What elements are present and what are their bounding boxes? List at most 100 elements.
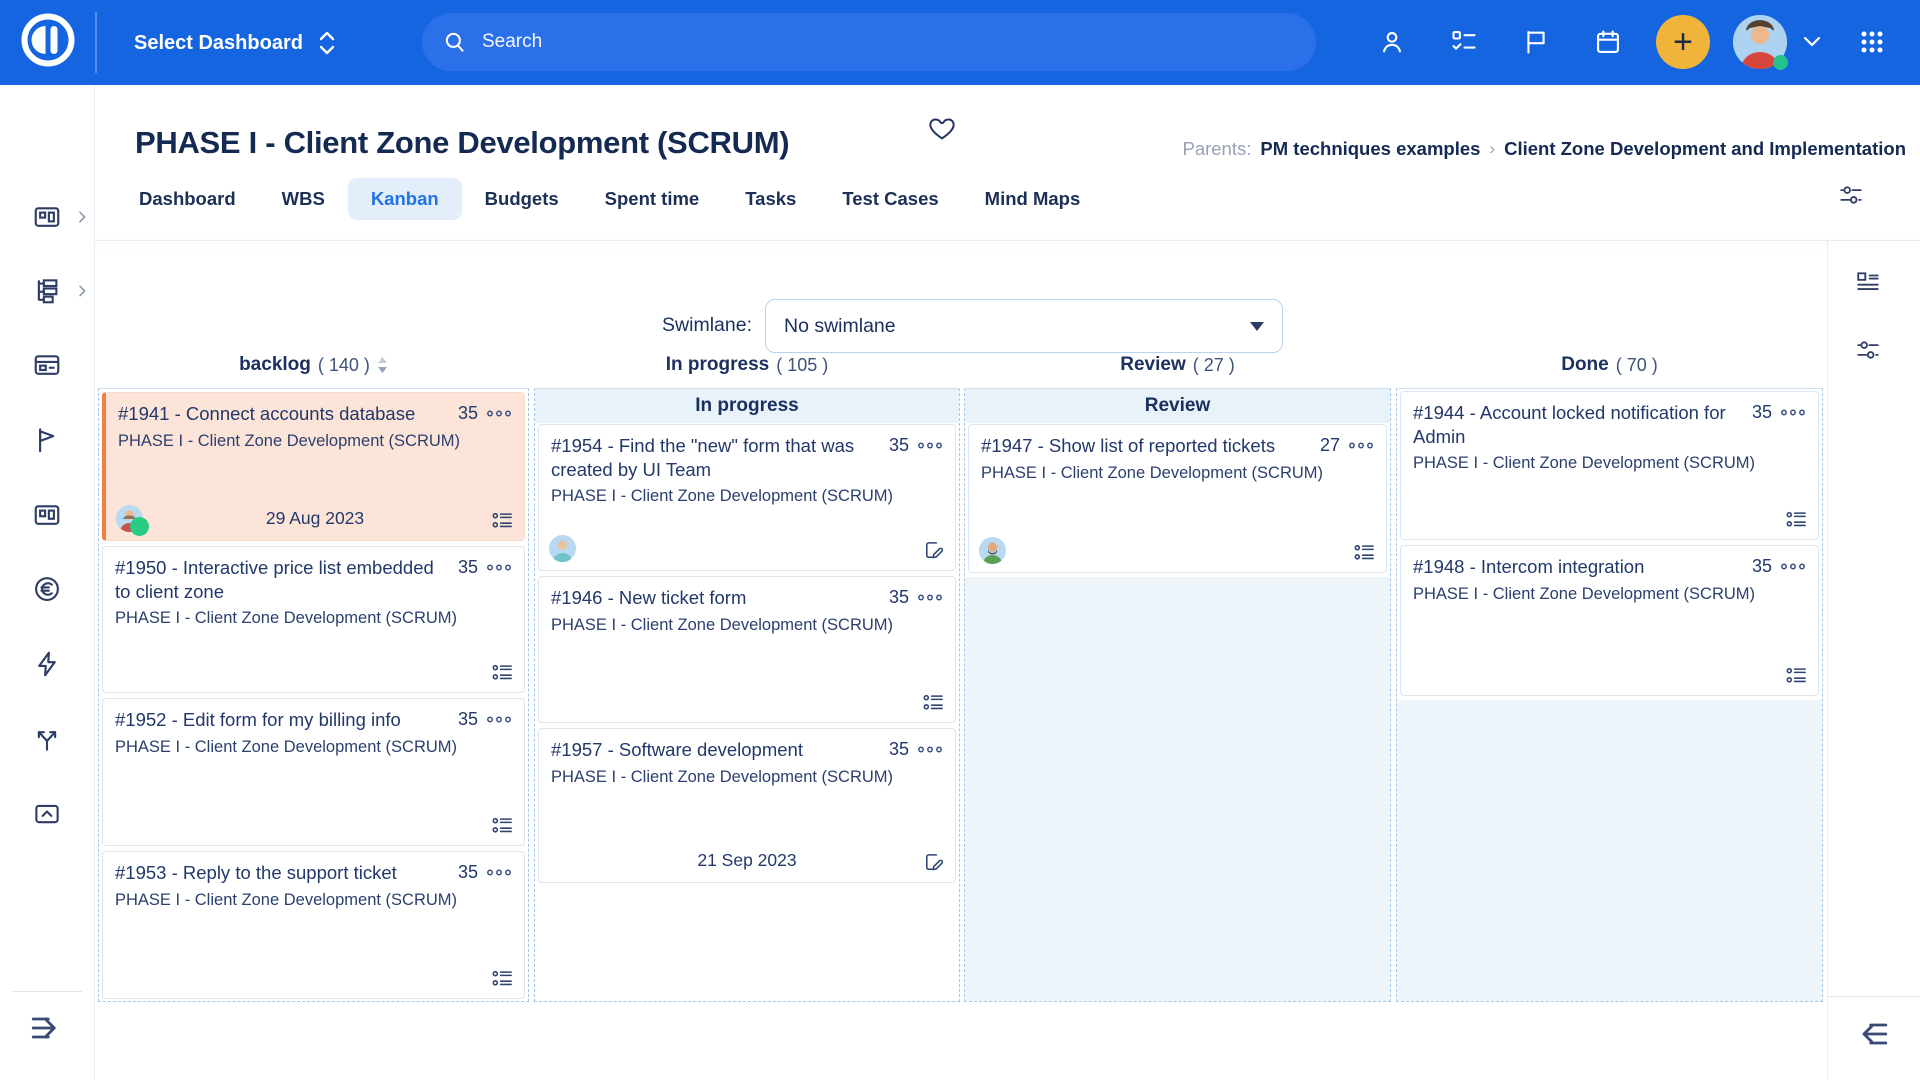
card-menu-icon[interactable] [1348, 440, 1374, 451]
tab-dashboard[interactable]: Dashboard [116, 178, 259, 220]
breadcrumb-parent-1[interactable]: PM techniques examples [1260, 138, 1480, 160]
right-rail [1827, 241, 1920, 1080]
flag-marker-icon[interactable] [32, 425, 62, 455]
task-card[interactable]: #1953 - Reply to the support ticket 35 P… [102, 851, 525, 999]
task-title[interactable]: #1952 - Edit form for my billing info [115, 708, 458, 732]
card-menu-icon[interactable] [917, 592, 943, 603]
tab-spent-time[interactable]: Spent time [582, 178, 723, 220]
subtasks-icon[interactable] [1353, 541, 1376, 564]
task-card[interactable]: #1957 - Software development 35 PHASE I … [538, 728, 956, 883]
dashboard-icon[interactable] [32, 202, 62, 232]
card-menu-icon[interactable] [917, 440, 943, 451]
calendar-icon[interactable] [1594, 28, 1622, 56]
subtasks-icon[interactable] [491, 814, 514, 837]
assignee-avatar[interactable] [116, 505, 143, 532]
kanban-board-icon[interactable] [32, 500, 62, 530]
search-bar[interactable] [422, 13, 1316, 71]
task-card[interactable]: #1950 - Interactive price list embedded … [102, 546, 525, 693]
column-header-review[interactable]: Review ( 27 ) [964, 350, 1391, 380]
search-input[interactable] [480, 30, 1296, 54]
task-points: 35 [889, 435, 909, 456]
chevron-right-icon[interactable] [74, 283, 90, 299]
collapse-menu-icon[interactable] [28, 1010, 64, 1046]
app-logo[interactable] [17, 9, 79, 71]
tab-tasks[interactable]: Tasks [722, 178, 819, 220]
task-card[interactable]: #1952 - Edit form for my billing info 35… [102, 698, 525, 846]
sort-arrows-icon[interactable] [377, 356, 388, 374]
task-project: PHASE I - Client Zone Development (SCRUM… [115, 608, 512, 629]
swimlane-select[interactable]: No swimlane [765, 299, 1283, 353]
task-title[interactable]: #1954 - Find the "new" form that was cre… [551, 434, 889, 481]
checklist-icon[interactable] [1450, 28, 1478, 56]
add-button[interactable]: + [1656, 15, 1710, 69]
task-card[interactable]: #1947 - Show list of reported tickets 27… [968, 424, 1387, 573]
collapse-panel-icon[interactable] [1855, 1016, 1891, 1052]
chevron-down-icon[interactable] [1800, 33, 1824, 51]
task-card[interactable]: #1944 - Account locked notification for … [1400, 391, 1819, 540]
card-menu-icon[interactable] [1780, 561, 1806, 572]
subtasks-icon[interactable] [1785, 508, 1808, 531]
card-menu-icon[interactable] [486, 867, 512, 878]
column-header-in-progress[interactable]: In progress ( 105 ) [534, 350, 960, 380]
task-card[interactable]: #1946 - New ticket form 35 PHASE I - Cli… [538, 576, 956, 723]
card-menu-icon[interactable] [486, 408, 512, 419]
subtasks-icon[interactable] [491, 509, 514, 532]
task-title[interactable]: #1946 - New ticket form [551, 586, 889, 610]
task-project: PHASE I - Client Zone Development (SCRUM… [115, 737, 512, 758]
card-menu-icon[interactable] [917, 744, 943, 755]
filter-sliders-icon[interactable] [1855, 337, 1881, 363]
breadcrumb: Parents: PM techniques examples › Client… [1182, 138, 1906, 160]
task-card[interactable]: #1948 - Intercom integration 35 PHASE I … [1400, 545, 1819, 696]
tab-kanban[interactable]: Kanban [348, 178, 462, 220]
lightning-icon[interactable] [32, 649, 62, 679]
board-settings-sliders-icon[interactable] [1838, 182, 1864, 208]
subtasks-icon[interactable] [922, 691, 945, 714]
breadcrumb-parent-2[interactable]: Client Zone Development and Implementati… [1504, 138, 1906, 160]
column-header-done[interactable]: Done ( 70 ) [1396, 350, 1823, 380]
apps-grid-icon[interactable] [1858, 28, 1886, 56]
swimlane-value: No swimlane [784, 315, 1250, 338]
flag-icon[interactable] [1522, 28, 1550, 56]
tab-mind-maps[interactable]: Mind Maps [962, 178, 1104, 220]
tab-budgets[interactable]: Budgets [462, 178, 582, 220]
column-name: backlog [239, 354, 311, 376]
card-menu-icon[interactable] [486, 714, 512, 725]
subtasks-icon[interactable] [491, 661, 514, 684]
browser-card-icon[interactable] [32, 350, 62, 380]
split-arrows-icon[interactable] [32, 724, 62, 754]
chevron-right-icon[interactable] [74, 209, 90, 225]
task-points: 35 [889, 739, 909, 760]
kanban-column-review: Review #1947 - Show list of reported tic… [964, 388, 1391, 1002]
task-title[interactable]: #1957 - Software development [551, 738, 889, 762]
person-icon[interactable] [1378, 28, 1406, 56]
assignee-avatar[interactable] [549, 535, 576, 562]
column-header-backlog[interactable]: backlog ( 140 ) [98, 350, 529, 380]
doc-edit-icon[interactable] [922, 851, 945, 874]
task-title[interactable]: #1948 - Intercom integration [1413, 555, 1752, 579]
task-card[interactable]: #1941 - Connect accounts database 35 PHA… [102, 392, 525, 541]
board-layout-icon[interactable] [1855, 269, 1881, 295]
favorite-heart-icon[interactable] [927, 113, 957, 143]
doc-edit-icon[interactable] [922, 539, 945, 562]
task-title[interactable]: #1947 - Show list of reported tickets [981, 434, 1320, 458]
task-title[interactable]: #1950 - Interactive price list embedded … [115, 556, 458, 603]
kanban-column-in-progress: In progress #1954 - Find the "new" form … [534, 388, 960, 1002]
subtasks-icon[interactable] [491, 967, 514, 990]
dashboard-selector[interactable]: Select Dashboard [128, 22, 343, 64]
task-title[interactable]: #1953 - Reply to the support ticket [115, 861, 458, 885]
subtasks-icon[interactable] [1785, 664, 1808, 687]
archive-up-icon[interactable] [32, 799, 62, 829]
assignee-avatar[interactable] [979, 537, 1006, 564]
task-title[interactable]: #1941 - Connect accounts database [118, 402, 458, 426]
task-title[interactable]: #1944 - Account locked notification for … [1413, 401, 1752, 448]
tab-test-cases[interactable]: Test Cases [819, 178, 961, 220]
updown-chevrons-icon [317, 28, 337, 58]
card-menu-icon[interactable] [1780, 407, 1806, 418]
dashboard-selector-label: Select Dashboard [134, 22, 303, 64]
hierarchy-icon[interactable] [32, 276, 62, 306]
euro-finance-icon[interactable] [32, 574, 62, 604]
user-avatar[interactable] [1733, 15, 1787, 69]
card-menu-icon[interactable] [486, 562, 512, 573]
tab-wbs[interactable]: WBS [259, 178, 348, 220]
task-card[interactable]: #1954 - Find the "new" form that was cre… [538, 424, 956, 571]
